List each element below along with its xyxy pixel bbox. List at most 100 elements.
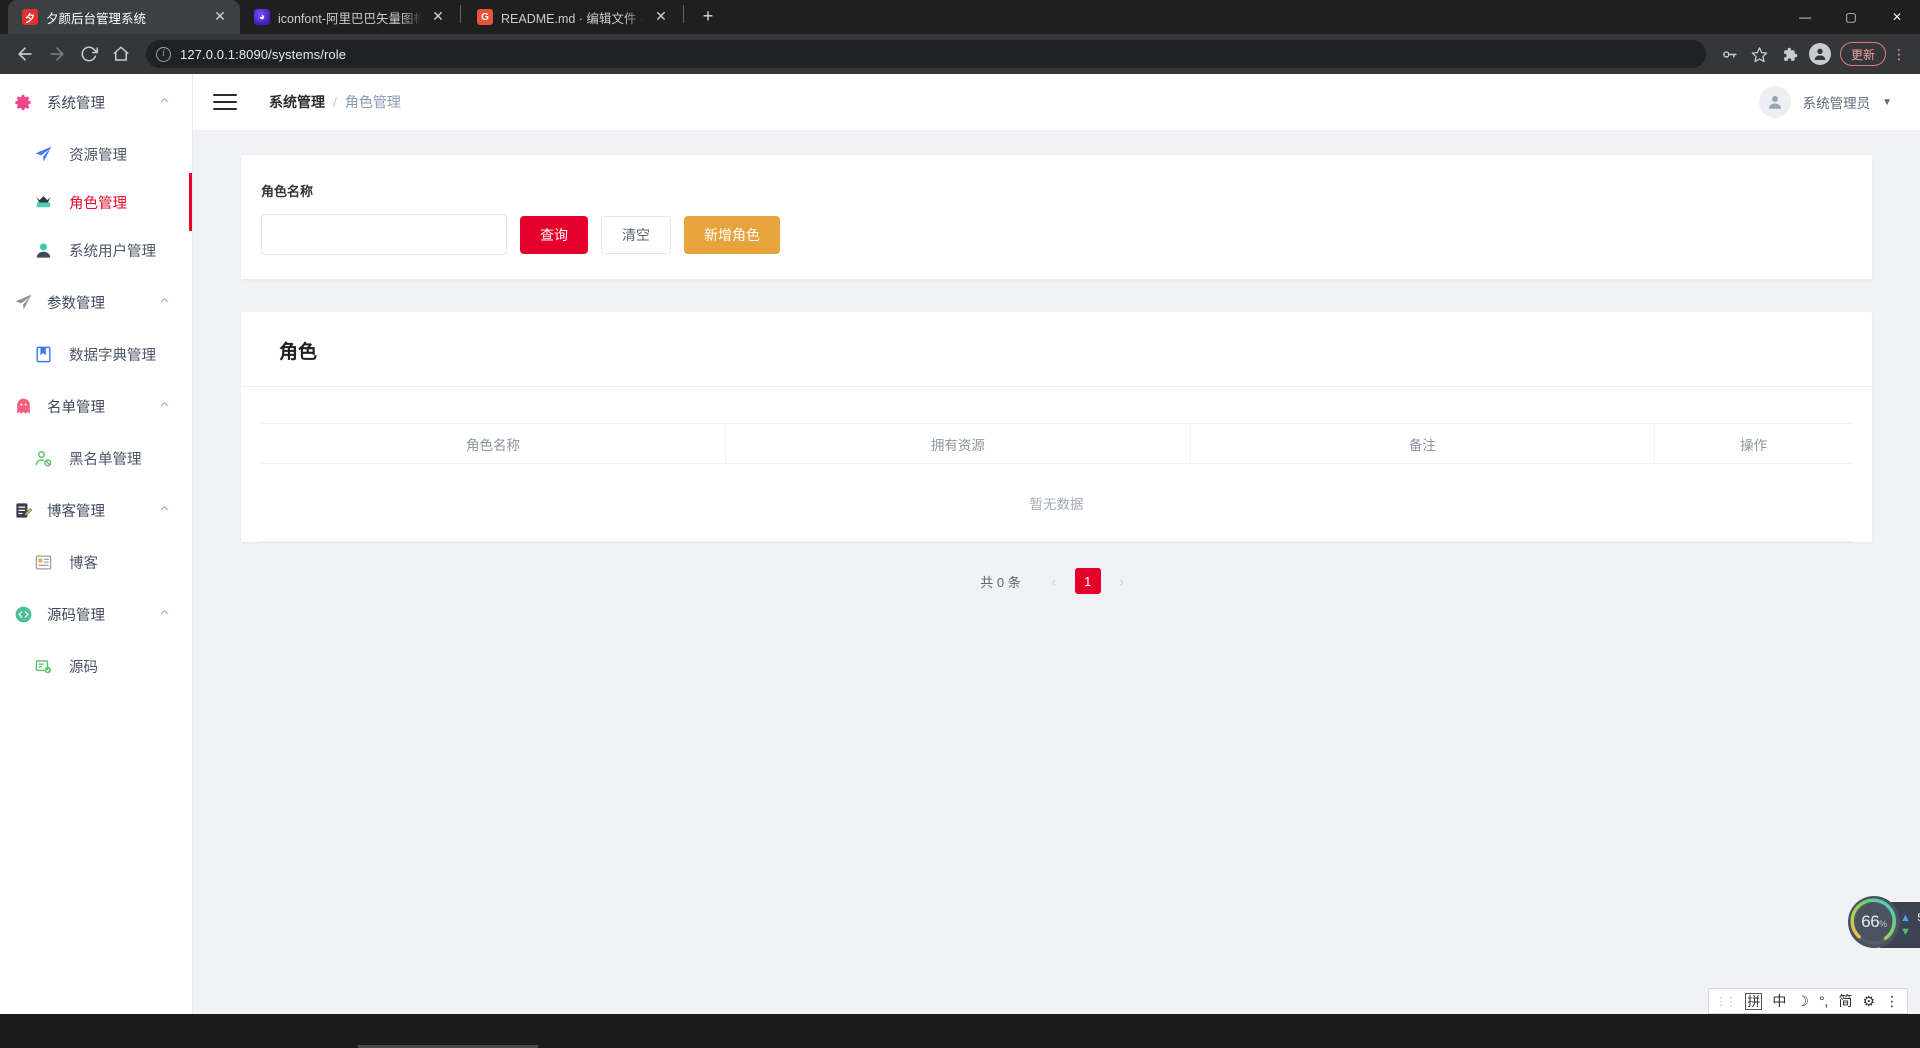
main-content: 角色名称 查询 清空 新增角色 角色 角色名称 拥有资源 备注 操作 暂无数据 … bbox=[193, 131, 1920, 1048]
sidebar: 系统管理 资源管理 角色管理 系统用户管理 参数管理 数据字典管理 名单管理 黑… bbox=[0, 74, 193, 1048]
gear-icon bbox=[14, 93, 33, 112]
query-button[interactable]: 查询 bbox=[520, 215, 588, 254]
browser-tab-1[interactable]: ◕ iconfont-阿里巴巴矢量图标库 ✕ bbox=[240, 0, 458, 34]
sidebar-item-role[interactable]: 角色管理 bbox=[0, 173, 192, 231]
password-key-icon[interactable] bbox=[1716, 40, 1744, 68]
ghost-icon bbox=[14, 397, 33, 416]
pagination-prev-button[interactable]: ‹ bbox=[1043, 568, 1065, 594]
window-minimize-button[interactable]: — bbox=[1782, 0, 1828, 34]
user-menu[interactable]: 系统管理员 ▼ bbox=[1758, 86, 1892, 118]
sidebar-group-label: 名单管理 bbox=[47, 399, 105, 416]
page-info-icon[interactable]: i bbox=[156, 46, 171, 62]
sidebar-item-label: 系统用户管理 bbox=[69, 243, 156, 260]
role-name-input[interactable] bbox=[261, 214, 507, 255]
pagination-page-1[interactable]: 1 bbox=[1074, 568, 1101, 594]
cpu-percent-value: 66 bbox=[1861, 912, 1880, 931]
tab-title: README.md · 编辑文件 · bright bbox=[501, 11, 645, 26]
browser-menu-icon[interactable]: ⋮ bbox=[1888, 46, 1910, 63]
download-arrow-icon: ▼ bbox=[1900, 926, 1911, 938]
sidebar-item-system-user[interactable]: 系统用户管理 bbox=[0, 226, 192, 274]
breadcrumb-current: 角色管理 bbox=[344, 94, 401, 110]
user-icon bbox=[34, 241, 53, 260]
role-table: 角色名称 拥有资源 备注 操作 暂无数据 bbox=[261, 423, 1852, 542]
bookmark-star-icon[interactable] bbox=[1746, 40, 1774, 68]
profile-avatar-icon[interactable] bbox=[1806, 40, 1834, 68]
add-role-button[interactable]: 新增角色 bbox=[684, 215, 780, 254]
edit-doc-icon bbox=[14, 501, 33, 520]
column-header-role-name: 角色名称 bbox=[261, 423, 726, 464]
window-close-button[interactable]: ✕ bbox=[1874, 0, 1920, 34]
window-controls: — ▢ ✕ bbox=[1782, 0, 1920, 34]
upload-speed-row: ▲ 5.9 K/s bbox=[1898, 912, 1920, 924]
network-monitor-widget[interactable]: ▲ 5.9 K/s ▼ 0 K/s bbox=[1848, 896, 1920, 948]
sidebar-group-params[interactable]: 参数管理 bbox=[0, 274, 192, 330]
tab-separator bbox=[683, 4, 684, 23]
sidebar-group-blog[interactable]: 博客管理 bbox=[0, 482, 192, 538]
sidebar-item-label: 博客 bbox=[69, 555, 98, 572]
table-empty-row: 暂无数据 bbox=[261, 463, 1852, 542]
forward-arrow-icon[interactable] bbox=[42, 39, 72, 69]
clear-button[interactable]: 清空 bbox=[601, 215, 671, 254]
window-maximize-button[interactable]: ▢ bbox=[1828, 0, 1874, 34]
windows-taskbar bbox=[0, 1014, 1920, 1048]
pagination-next-button[interactable]: › bbox=[1111, 568, 1133, 594]
ime-mode-pinyin[interactable]: 拼 bbox=[1745, 992, 1763, 1010]
ime-lang-chinese[interactable]: 中 bbox=[1772, 991, 1786, 1011]
sidebar-item-label: 黑名单管理 bbox=[69, 451, 142, 468]
sidebar-item-blog[interactable]: 博客 bbox=[0, 538, 192, 586]
breadcrumb: 系统管理 / 角色管理 bbox=[269, 92, 401, 112]
sidebar-item-dict[interactable]: 数据字典管理 bbox=[0, 330, 192, 378]
sidebar-item-resource[interactable]: 资源管理 bbox=[0, 130, 192, 178]
breadcrumb-separator: / bbox=[333, 94, 337, 110]
sidebar-item-label: 数据字典管理 bbox=[69, 347, 156, 364]
extensions-puzzle-icon[interactable] bbox=[1776, 40, 1804, 68]
new-tab-button[interactable]: + bbox=[694, 3, 722, 31]
ime-settings-gear-icon[interactable]: ⚙ bbox=[1862, 993, 1875, 1010]
role-mask-icon bbox=[34, 193, 53, 212]
app-page: 系统管理 资源管理 角色管理 系统用户管理 参数管理 数据字典管理 名单管理 黑… bbox=[0, 74, 1920, 1048]
sidebar-group-system[interactable]: 系统管理 bbox=[0, 74, 192, 130]
sidebar-group-label: 源码管理 bbox=[47, 607, 105, 624]
ime-more-icon[interactable]: ⋮ bbox=[1885, 993, 1899, 1010]
ime-grip-handle[interactable]: ⋮⋮ bbox=[1715, 995, 1736, 1008]
home-icon[interactable] bbox=[106, 39, 136, 69]
tab-close-icon[interactable]: ✕ bbox=[212, 9, 228, 25]
address-bar[interactable]: i 127.0.0.1:8090/systems/role bbox=[146, 40, 1706, 68]
chevron-up-icon bbox=[159, 607, 170, 621]
hamburger-icon[interactable] bbox=[213, 92, 237, 112]
browser-tab-2[interactable]: G README.md · 编辑文件 · bright ✕ bbox=[463, 0, 681, 34]
sidebar-group-label: 参数管理 bbox=[47, 295, 105, 312]
chevron-up-icon bbox=[159, 295, 170, 309]
chevron-up-icon bbox=[159, 95, 170, 109]
site-icon-gitee: G bbox=[477, 9, 493, 25]
sidebar-group-source[interactable]: 源码管理 bbox=[0, 586, 192, 642]
sidebar-item-blacklist[interactable]: 黑名单管理 bbox=[0, 434, 192, 482]
sidebar-group-list[interactable]: 名单管理 bbox=[0, 378, 192, 434]
ime-simplified-toggle[interactable]: 简 bbox=[1838, 991, 1852, 1011]
breadcrumb-parent[interactable]: 系统管理 bbox=[269, 92, 325, 112]
tab-close-icon[interactable]: ✕ bbox=[430, 9, 446, 25]
table-header-row: 角色名称 拥有资源 备注 操作 bbox=[261, 423, 1852, 464]
ime-moon-icon[interactable]: ☽ bbox=[1796, 993, 1809, 1010]
table-head: 角色名称 拥有资源 备注 操作 bbox=[261, 423, 1852, 464]
sidebar-group-label: 博客管理 bbox=[47, 503, 105, 520]
column-header-remark: 备注 bbox=[1189, 423, 1655, 464]
back-arrow-icon[interactable] bbox=[10, 39, 40, 69]
browser-tab-0[interactable]: 夕 夕颜后台管理系统 ✕ bbox=[8, 0, 240, 34]
table-body: 暂无数据 bbox=[261, 463, 1852, 542]
ime-punctuation-icon[interactable]: °, bbox=[1819, 993, 1829, 1009]
address-bar-url: 127.0.0.1:8090/systems/role bbox=[180, 46, 347, 62]
chevron-up-icon bbox=[159, 399, 170, 413]
update-button[interactable]: 更新 bbox=[1839, 42, 1886, 66]
download-speed-row: ▼ 0 K/s bbox=[1898, 926, 1920, 938]
tab-title: iconfont-阿里巴巴矢量图标库 bbox=[278, 11, 422, 26]
chevron-down-icon[interactable]: ▼ bbox=[1882, 97, 1892, 108]
cpu-usage-percent: 66% bbox=[1861, 912, 1887, 932]
ime-toolbar[interactable]: ⋮⋮ 拼 中 ☽ °, 简 ⚙ ⋮ bbox=[1708, 988, 1908, 1014]
sidebar-item-sourcecode[interactable]: 源码 bbox=[0, 642, 192, 690]
column-header-actions: 操作 bbox=[1654, 423, 1852, 464]
sidebar-item-label: 源码 bbox=[69, 659, 98, 676]
tab-close-icon[interactable]: ✕ bbox=[653, 9, 669, 25]
card-title: 角色 bbox=[241, 312, 1872, 387]
reload-icon[interactable] bbox=[74, 39, 104, 69]
